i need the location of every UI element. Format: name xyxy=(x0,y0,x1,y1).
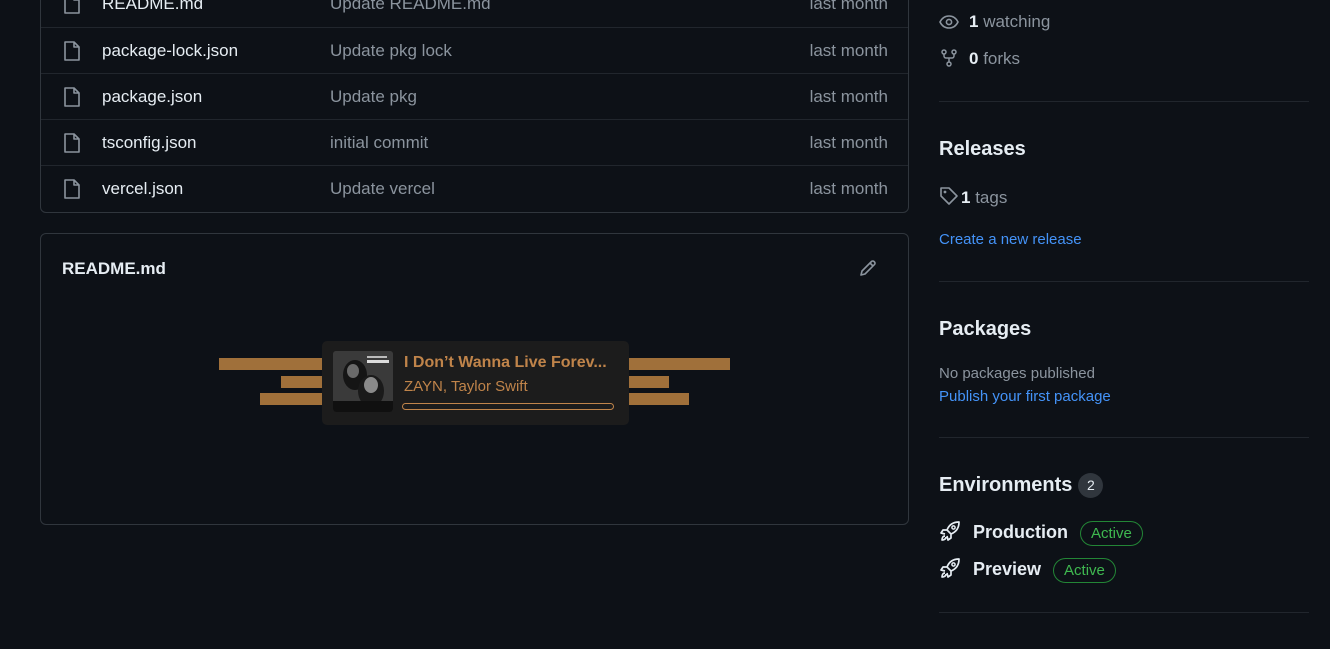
readme-panel: README.md I Don’t Wanna Live Forev... ZA… xyxy=(40,233,909,525)
tags-label: tags xyxy=(975,188,1008,207)
album-cover xyxy=(333,351,393,412)
commit-date: last month xyxy=(809,87,888,106)
environment-item[interactable]: Production Active xyxy=(939,520,1143,546)
file-row[interactable]: README.md Update README.md last month xyxy=(41,0,908,27)
file-icon xyxy=(64,133,80,153)
divider xyxy=(939,437,1309,438)
releases-heading[interactable]: Releases xyxy=(939,138,1026,161)
now-playing-card[interactable]: I Don’t Wanna Live Forev... ZAYN, Taylor… xyxy=(322,341,629,425)
rocket-icon xyxy=(940,521,960,541)
commit-message[interactable]: Update pkg xyxy=(330,87,417,107)
divider xyxy=(939,101,1309,102)
tags-count: 1 xyxy=(961,188,971,207)
decor-bar xyxy=(628,358,730,370)
environments-heading[interactable]: Environments 2 xyxy=(939,473,1104,498)
song-artist: ZAYN, Taylor Swift xyxy=(404,378,528,395)
song-title: I Don’t Wanna Live Forev... xyxy=(404,354,607,371)
environments-count-badge: 2 xyxy=(1078,473,1104,498)
environment-name[interactable]: Preview xyxy=(973,559,1041,579)
environment-status-badge: Active xyxy=(1080,521,1143,546)
file-row[interactable]: vercel.json Update vercel last month xyxy=(41,165,908,211)
file-name[interactable]: package-lock.json xyxy=(102,41,238,61)
file-name[interactable]: vercel.json xyxy=(102,179,183,199)
divider xyxy=(939,281,1309,282)
rocket-icon xyxy=(940,558,960,578)
tag-icon xyxy=(940,187,958,205)
file-row[interactable]: package-lock.json Update pkg lock last m… xyxy=(41,27,908,73)
divider xyxy=(939,612,1309,613)
file-icon xyxy=(64,0,80,14)
commit-date: last month xyxy=(809,41,888,60)
environment-item[interactable]: Preview Active xyxy=(939,557,1116,583)
forks-label: forks xyxy=(983,49,1021,68)
publish-package-link[interactable]: Publish your first package xyxy=(939,388,1111,405)
commit-date: last month xyxy=(809,133,888,152)
tags-stat[interactable]: 1 tags xyxy=(939,186,1007,208)
progress-bar xyxy=(402,403,614,410)
watching-stat[interactable]: 1 watching xyxy=(939,12,1050,32)
file-icon xyxy=(64,41,80,61)
decor-bar xyxy=(628,393,689,405)
environment-name[interactable]: Production xyxy=(973,522,1068,542)
readme-title: README.md xyxy=(62,259,166,278)
commit-message[interactable]: initial commit xyxy=(330,133,428,153)
packages-heading[interactable]: Packages xyxy=(939,318,1031,341)
environments-title: Environments xyxy=(939,474,1073,496)
pencil-icon[interactable] xyxy=(858,258,878,278)
commit-message[interactable]: Update pkg lock xyxy=(330,41,452,61)
commit-date: last month xyxy=(809,179,888,198)
file-icon xyxy=(64,87,80,107)
commit-message[interactable]: Update vercel xyxy=(330,179,435,199)
forks-count: 0 xyxy=(969,49,979,68)
file-name[interactable]: package.json xyxy=(102,87,202,107)
file-name[interactable]: tsconfig.json xyxy=(102,133,197,153)
file-name[interactable]: README.md xyxy=(102,0,203,14)
environment-status-badge: Active xyxy=(1053,558,1116,583)
watching-count: 1 xyxy=(969,12,979,31)
eye-icon xyxy=(939,15,959,29)
repo-sidebar: 1 watching 0 forks Releases 1 tags Creat… xyxy=(939,0,1309,649)
decor-bar xyxy=(281,376,323,388)
file-row[interactable]: tsconfig.json initial commit last month xyxy=(41,119,908,165)
decor-bar xyxy=(260,393,323,405)
commit-message[interactable]: Update README.md xyxy=(330,0,491,14)
packages-empty-text: No packages published xyxy=(939,365,1095,382)
file-row[interactable]: package.json Update pkg last month xyxy=(41,73,908,119)
file-icon xyxy=(64,179,80,199)
watching-label: watching xyxy=(983,12,1051,31)
create-release-link[interactable]: Create a new release xyxy=(939,231,1082,248)
fork-icon xyxy=(941,49,957,67)
forks-stat[interactable]: 0 forks xyxy=(939,49,1020,69)
decor-bar xyxy=(219,358,323,370)
commit-date: last month xyxy=(809,0,888,13)
file-list: README.md Update README.md last month pa… xyxy=(40,0,909,213)
decor-bar xyxy=(628,376,669,388)
